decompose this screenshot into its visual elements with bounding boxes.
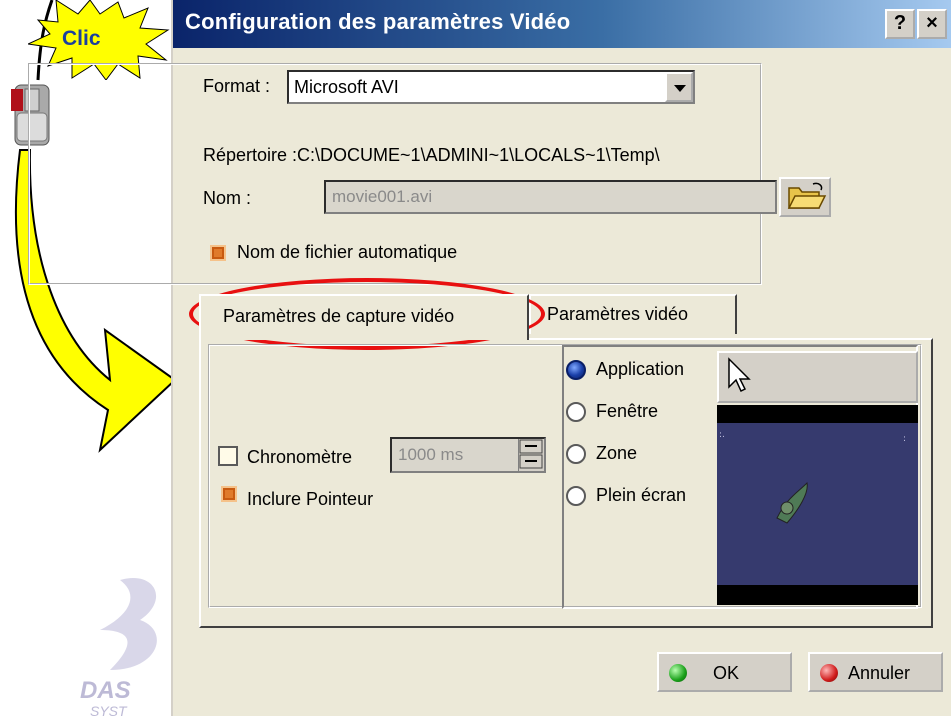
- mode-window-label: Fenêtre: [596, 401, 659, 421]
- radio-window[interactable]: [566, 402, 586, 422]
- chrono-interval-field[interactable]: 1000 ms: [390, 437, 546, 473]
- tab-capture[interactable]: Paramètres de capture vidéo: [199, 294, 529, 340]
- mode-application-label: Application: [596, 359, 685, 379]
- chrono-label: Chronomètre: [247, 447, 353, 467]
- name-value: movie001.avi: [332, 187, 433, 206]
- select-target-button[interactable]: [717, 351, 918, 403]
- tab-video-label: Paramètres vidéo: [547, 304, 689, 324]
- tab-video[interactable]: Paramètres vidéo: [529, 294, 737, 334]
- mode-fullscreen-label: Plein écran: [596, 485, 687, 505]
- svg-text:DAS: DAS: [80, 677, 131, 704]
- name-field[interactable]: movie001.avi: [324, 180, 777, 214]
- format-select[interactable]: Microsoft AVI: [287, 70, 695, 104]
- auto-name-label: Nom de fichier automatique: [237, 242, 458, 262]
- cursor-arrow-icon: [728, 357, 751, 393]
- radio-zone[interactable]: [566, 444, 586, 464]
- green-dot-icon: [669, 664, 687, 682]
- dassault-logo: DAS SYST: [80, 578, 157, 716]
- radio-application[interactable]: [566, 360, 586, 380]
- capture-preview: :. :: [717, 405, 918, 605]
- ok-button[interactable]: OK: [657, 652, 792, 692]
- spinner-arrows-icon: [519, 439, 543, 469]
- clic-label: Clic: [62, 27, 101, 50]
- close-button[interactable]: ×: [917, 9, 947, 39]
- preview-image: :. :: [717, 423, 918, 585]
- browse-folder-button[interactable]: [779, 177, 831, 217]
- chrono-spinner[interactable]: [518, 439, 544, 471]
- chrono-interval-value: 1000 ms: [398, 445, 464, 464]
- svg-text:SYST: SYST: [90, 703, 128, 716]
- folder-open-icon: [787, 182, 827, 209]
- tab-capture-label: Paramètres de capture vidéo: [223, 306, 455, 326]
- help-button[interactable]: ?: [885, 9, 915, 39]
- name-label: Nom :: [203, 188, 252, 208]
- format-value: Microsoft AVI: [294, 77, 399, 97]
- radio-fullscreen[interactable]: [566, 486, 586, 506]
- svg-text::: :: [903, 434, 906, 444]
- include-pointer-checkbox[interactable]: [221, 486, 237, 502]
- directory-label: Répertoire :C:\DOCUME~1\ADMINI~1\LOCALS~…: [203, 145, 660, 165]
- chrono-checkbox[interactable]: [218, 446, 238, 466]
- auto-name-checkbox[interactable]: [210, 245, 226, 261]
- cancel-label: Annuler: [848, 663, 911, 683]
- chevron-down-icon[interactable]: [665, 72, 693, 102]
- mode-zone-label: Zone: [596, 443, 638, 463]
- red-dot-icon: [820, 664, 838, 682]
- cancel-button[interactable]: Annuler: [808, 652, 943, 692]
- svg-text::.: :.: [719, 430, 725, 440]
- format-label: Format :: [203, 76, 271, 96]
- dialog-titlebar: Configuration des paramètres Vidéo ? ×: [173, 0, 951, 48]
- ok-label: OK: [713, 663, 740, 683]
- dialog-title: Configuration des paramètres Vidéo: [185, 9, 571, 34]
- include-pointer-label: Inclure Pointeur: [247, 489, 374, 509]
